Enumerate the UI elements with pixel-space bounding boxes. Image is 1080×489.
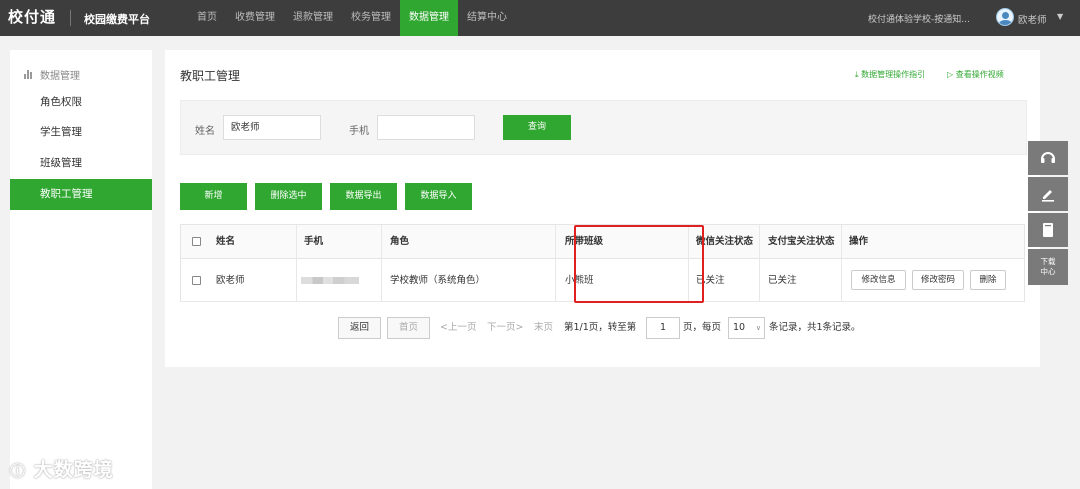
sidebar-item-staff-management[interactable]: 教职工管理	[10, 179, 152, 210]
nav-fee-management[interactable]: 收费管理	[226, 0, 284, 36]
nav-school-affairs[interactable]: 校务管理	[342, 0, 400, 36]
play-icon: ▷	[947, 70, 954, 79]
main-nav: 首页 收费管理 退款管理 校务管理 数据管理 结算中心	[188, 0, 516, 36]
headset-icon	[1041, 152, 1055, 163]
username[interactable]: 欧老师	[1018, 12, 1047, 26]
chevron-down-icon: ∨	[755, 324, 761, 332]
cell-role: 学校教师（系统角色）	[390, 275, 486, 286]
sidebar-header: 数据管理	[24, 67, 80, 82]
school-selector[interactable]: 校付通体验学校-按通知...	[868, 12, 970, 25]
last-page-link[interactable]: 末页	[534, 317, 553, 339]
page-info: 第1/1页，转至第	[564, 322, 637, 333]
sidebar-item-class-management[interactable]: 班级管理	[10, 148, 152, 179]
page-number-input[interactable]: 1	[646, 317, 680, 339]
add-button[interactable]: 新增	[180, 183, 247, 210]
watermark-text: 大数跨境	[33, 459, 114, 481]
download-center-label-1: 下载	[1040, 257, 1056, 266]
staff-table: 姓名 手机 角色 所带班级 微信关注状态 支付宝关注状态 操作 欧老师 学校教师…	[180, 224, 1025, 303]
sidebar: 数据管理 角色权限 学生管理 班级管理 教职工管理	[10, 50, 152, 489]
sidebar-item-role-permissions[interactable]: 角色权限	[10, 87, 152, 118]
edit-info-button[interactable]: 修改信息	[851, 270, 906, 290]
per-page-value: 10	[733, 322, 746, 333]
col-alipay-status: 支付宝关注状态	[768, 236, 835, 247]
video-link-label: 查看操作视频	[955, 70, 1004, 79]
col-name: 姓名	[216, 236, 236, 247]
col-role: 角色	[390, 236, 410, 247]
query-button[interactable]: 查询	[503, 115, 571, 140]
next-page-link[interactable]: 下一页>	[487, 317, 523, 339]
col-phone: 手机	[304, 236, 324, 247]
records-info: 条记录，共1条记录。	[769, 322, 861, 333]
change-password-button[interactable]: 修改密码	[912, 270, 964, 290]
watermark-logo-icon: ⓘ	[10, 462, 27, 480]
search-panel: 姓名 欧老师 手机 查询	[180, 100, 1027, 155]
download-center-label-2: 中心	[1040, 267, 1056, 276]
platform-title: 校园缴费平台	[84, 13, 150, 26]
page-title: 教职工管理	[180, 69, 241, 83]
main-panel: 教职工管理 ⤓ 数据管理操作指引 ▷ 查看操作视频 姓名 欧老师 手机 查询 新…	[165, 50, 1040, 367]
edit-icon	[1042, 190, 1054, 202]
phone-label: 手机	[349, 126, 369, 137]
guide-link-label: 数据管理操作指引	[861, 70, 926, 79]
per-page-select[interactable]: 10 ∨	[728, 317, 765, 339]
logo-divider	[70, 10, 71, 26]
top-bar: 校付通 校园缴费平台 首页 收费管理 退款管理 校务管理 数据管理 结算中心 校…	[0, 0, 1080, 36]
nav-home[interactable]: 首页	[188, 0, 226, 36]
select-all-checkbox[interactable]	[192, 237, 201, 246]
feedback-button[interactable]	[1028, 177, 1068, 211]
user-avatar[interactable]	[996, 8, 1014, 26]
delete-selected-button[interactable]: 删除选中	[255, 183, 322, 210]
first-page-button[interactable]: 首页	[387, 317, 430, 339]
highlight-box	[574, 225, 704, 303]
guide-link[interactable]: ⤓ 数据管理操作指引	[855, 69, 925, 80]
back-button[interactable]: 返回	[338, 317, 381, 339]
cell-phone-redacted	[301, 277, 359, 284]
download-center-button[interactable]: 下载 中心	[1028, 249, 1068, 285]
watermark: ⓘ 大数跨境	[10, 455, 114, 482]
nav-refund-management[interactable]: 退款管理	[284, 0, 342, 36]
nav-data-management[interactable]: 数据管理	[400, 0, 458, 36]
import-data-button[interactable]: 数据导入	[405, 183, 472, 210]
cell-alipay-status: 已关注	[768, 275, 797, 286]
app-logo[interactable]: 校付通	[8, 6, 56, 27]
book-icon	[1043, 223, 1053, 237]
video-link[interactable]: ▷ 查看操作视频	[947, 69, 1004, 80]
cell-name: 欧老师	[216, 275, 245, 286]
phone-input[interactable]	[377, 115, 475, 140]
chevron-down-icon[interactable]: ▼	[1057, 12, 1063, 21]
manual-button[interactable]	[1028, 213, 1068, 247]
col-actions: 操作	[849, 236, 869, 247]
nav-settlement-center[interactable]: 结算中心	[458, 0, 516, 36]
download-icon: ⤓	[855, 70, 859, 79]
page-suffix: 页，每页	[683, 322, 722, 333]
name-input[interactable]: 欧老师	[223, 115, 321, 140]
row-checkbox[interactable]	[192, 276, 201, 285]
col-wechat-status: 微信关注状态	[696, 236, 754, 247]
sidebar-header-label: 数据管理	[40, 71, 80, 82]
name-label: 姓名	[195, 126, 215, 137]
sidebar-item-student-management[interactable]: 学生管理	[10, 117, 152, 148]
bar-chart-icon	[24, 70, 34, 79]
prev-page-link[interactable]: <上一页	[440, 317, 476, 339]
export-data-button[interactable]: 数据导出	[330, 183, 397, 210]
customer-service-button[interactable]	[1028, 141, 1068, 175]
delete-row-button[interactable]: 删除	[970, 270, 1006, 290]
